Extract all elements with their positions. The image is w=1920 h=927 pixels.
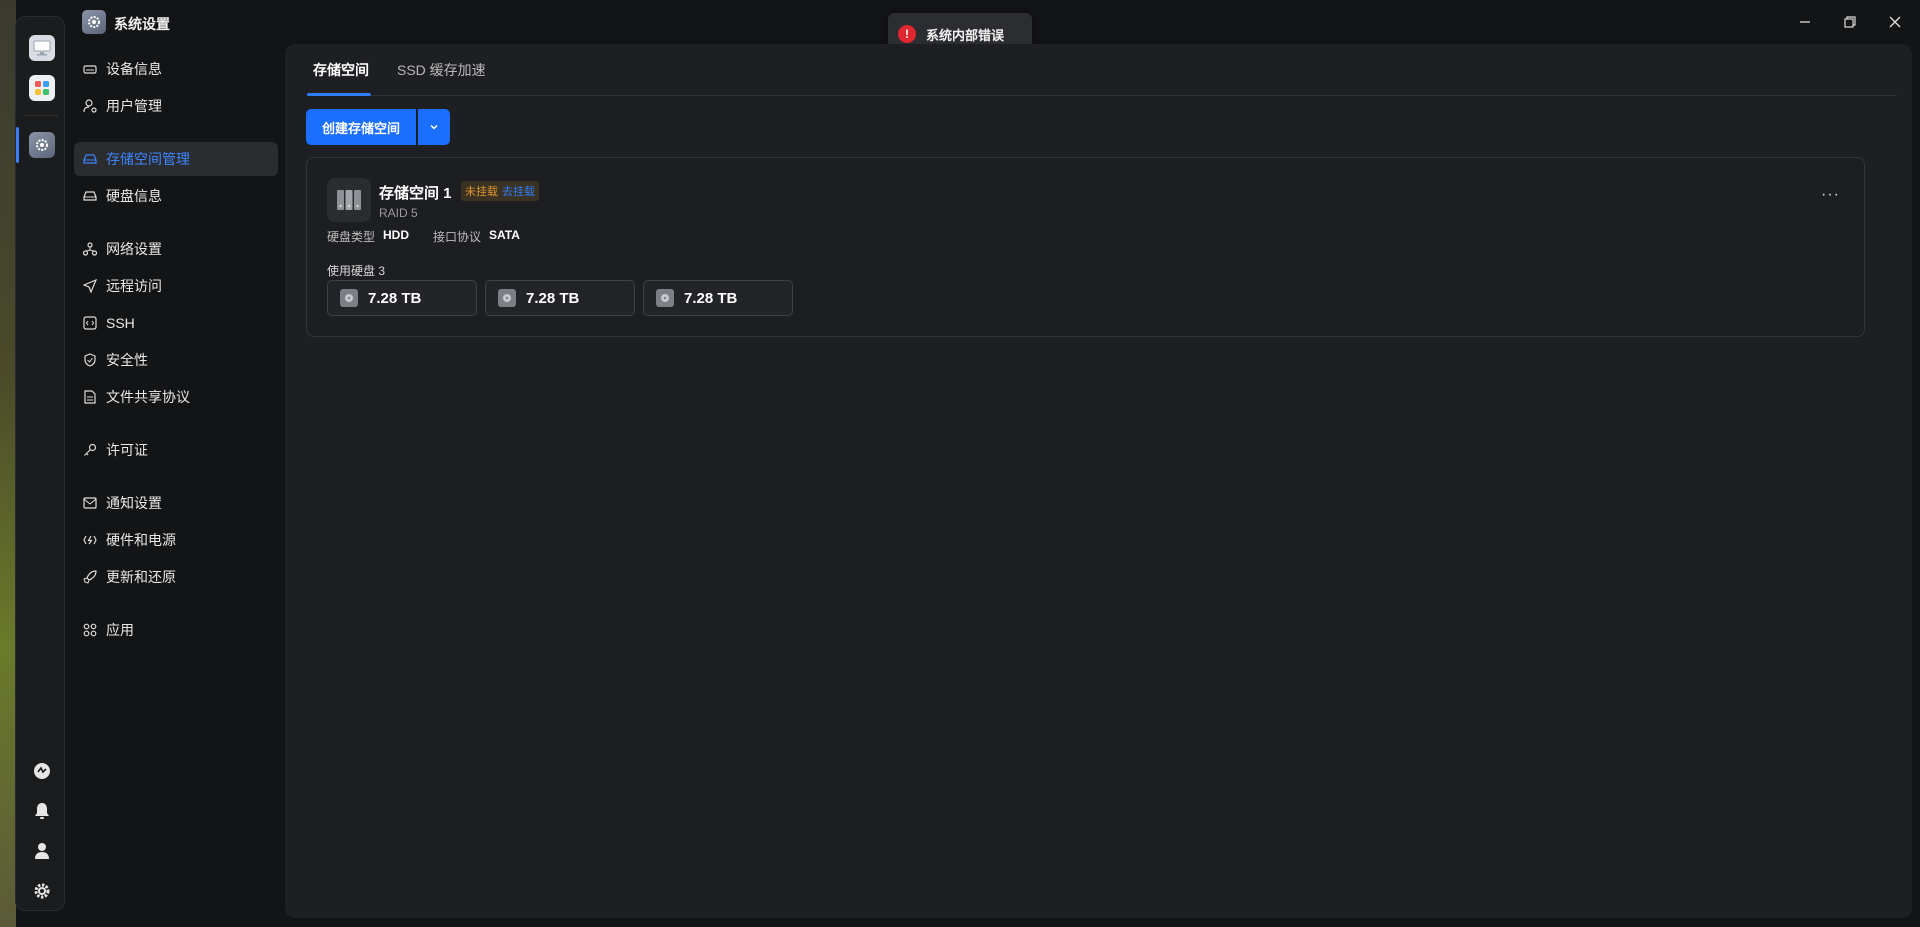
disk-icon <box>656 289 674 307</box>
sidebar-item-device-info[interactable]: 设备信息 <box>74 52 278 86</box>
create-storage-button-group: 创建存储空间 <box>306 109 451 145</box>
sidebar-item-ssh[interactable]: SSH <box>74 306 278 340</box>
sidebar-item-license[interactable]: 许可证 <box>74 433 278 467</box>
sidebar-item-label: 存储空间管理 <box>106 151 190 167</box>
maximize-icon[interactable] <box>1838 10 1862 34</box>
user-manage-icon <box>82 98 98 114</box>
sidebar-item-label: 许可证 <box>106 442 148 458</box>
mount-link[interactable]: 去挂载 <box>502 183 535 199</box>
file-icon <box>82 389 98 405</box>
sidebar-item-label: 通知设置 <box>106 495 162 511</box>
sidebar-item-label: 硬件和电源 <box>106 532 176 548</box>
sidebar-item-storage[interactable]: 存储空间管理 <box>74 142 278 176</box>
disk-chip[interactable]: 7.28 TB <box>643 280 793 316</box>
disk-type-value: HDD <box>383 228 410 242</box>
sidebar-item-notifications[interactable]: 通知设置 <box>74 486 278 520</box>
disk-type-label: 硬盘类型 <box>327 230 376 244</box>
sidebar-item-label: 网络设置 <box>106 241 162 257</box>
pool-status-badge: 未挂载 去挂载 <box>461 181 539 201</box>
tab-active-indicator <box>307 93 371 96</box>
send-icon <box>82 278 98 294</box>
sidebar-item-label: 更新和还原 <box>106 569 176 585</box>
pool-raid-level: RAID 5 <box>379 206 418 220</box>
settings-title-icon <box>82 10 106 34</box>
sidebar-item-label: 文件共享协议 <box>106 389 190 405</box>
sidebar-item-label: 设备信息 <box>106 61 162 77</box>
used-disks-label: 使用硬盘 3 <box>327 264 386 278</box>
tab-storage[interactable]: 存储空间 <box>313 60 369 96</box>
error-icon: ! <box>898 25 916 43</box>
terminal-icon <box>82 315 98 331</box>
bell-icon[interactable] <box>31 800 53 822</box>
user-icon[interactable] <box>31 840 53 862</box>
window-title: 系统设置 <box>114 16 170 32</box>
close-icon[interactable] <box>1883 10 1907 34</box>
disk-icon <box>498 289 516 307</box>
disk-chip[interactable]: 7.28 TB <box>485 280 635 316</box>
sidebar-item-apps[interactable]: 应用 <box>74 613 278 647</box>
sidebar-item-update-restore[interactable]: 更新和还原 <box>74 560 278 594</box>
device-icon <box>82 61 98 77</box>
disk-chip[interactable]: 7.28 TB <box>327 280 477 316</box>
chevron-down-icon <box>430 124 438 130</box>
sidebar-item-disk-info[interactable]: 硬盘信息 <box>74 179 278 213</box>
sidebar-item-label: SSH <box>106 315 135 331</box>
rocket-icon <box>82 569 98 585</box>
storage-icon <box>82 151 98 167</box>
sidebar-item-label: 应用 <box>106 622 134 638</box>
service-icon[interactable] <box>31 760 53 782</box>
storage-pool-icon <box>327 178 371 222</box>
disk-icon <box>340 289 358 307</box>
harddisk-icon <box>82 188 98 204</box>
power-icon <box>82 532 98 548</box>
gear-icon[interactable] <box>31 880 53 902</box>
network-icon <box>82 241 98 257</box>
sidebar-item-network[interactable]: 网络设置 <box>74 232 278 266</box>
main-panel: 存储空间 SSD 缓存加速 创建存储空间 存储空间 1 未挂载 去挂载 RAID… <box>285 44 1912 918</box>
disk-capacity: 7.28 TB <box>368 289 422 307</box>
create-storage-dropdown[interactable] <box>418 109 451 145</box>
sidebar-item-remote-access[interactable]: 远程访问 <box>74 269 278 303</box>
sidebar-item-hardware-power[interactable]: 硬件和电源 <box>74 523 278 557</box>
apps-icon <box>82 622 98 638</box>
toast-message: 系统内部错误 <box>926 27 1005 43</box>
pool-status: 未挂载 <box>465 186 498 198</box>
storage-pool-card: 存储空间 1 未挂载 去挂载 RAID 5 硬盘类型 HDD 接口协议 SATA… <box>306 157 1865 337</box>
dock-divider <box>24 115 58 116</box>
app-center-icon[interactable] <box>29 75 55 101</box>
shield-icon <box>82 352 98 368</box>
pool-meta: 硬盘类型 HDD 接口协议 SATA <box>327 228 536 245</box>
desktop-wallpaper <box>0 0 16 927</box>
sidebar-item-label: 安全性 <box>106 352 148 368</box>
key-icon <box>82 442 98 458</box>
app-dock <box>15 16 65 911</box>
tab-bar: 存储空间 SSD 缓存加速 <box>307 44 1897 96</box>
sidebar-item-user-management[interactable]: 用户管理 <box>74 89 278 123</box>
pool-name: 存储空间 1 <box>379 185 452 202</box>
sidebar-item-label: 远程访问 <box>106 278 162 294</box>
sidebar-item-file-sharing[interactable]: 文件共享协议 <box>74 380 278 414</box>
sidebar-item-label: 用户管理 <box>106 98 162 114</box>
interface-value: SATA <box>489 228 520 242</box>
interface-label: 接口协议 <box>433 230 482 244</box>
settings-app-icon[interactable] <box>29 132 55 158</box>
tab-ssd-cache[interactable]: SSD 缓存加速 <box>397 60 486 96</box>
monitor-app-icon[interactable] <box>29 35 55 61</box>
sidebar-item-label: 硬盘信息 <box>106 188 162 204</box>
dock-active-indicator <box>16 127 19 163</box>
mail-icon <box>82 495 98 511</box>
more-options-icon[interactable]: ··· <box>1821 186 1840 204</box>
minimize-icon[interactable] <box>1793 10 1817 34</box>
sidebar-item-security[interactable]: 安全性 <box>74 343 278 377</box>
disk-capacity: 7.28 TB <box>526 289 580 307</box>
disk-capacity: 7.28 TB <box>684 289 738 307</box>
create-storage-button[interactable]: 创建存储空间 <box>306 109 417 145</box>
